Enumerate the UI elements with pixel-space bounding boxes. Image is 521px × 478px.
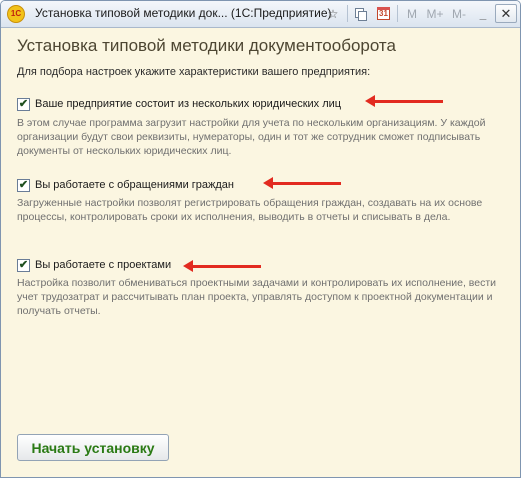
memory-minus-button[interactable]: M- [448,4,470,23]
minimize-button[interactable]: _ [473,4,493,23]
copy-icon[interactable] [351,4,371,23]
option-label[interactable]: Ваше предприятие состоит из нескольких ю… [35,98,341,110]
page-title: Установка типовой методики документообор… [17,36,396,55]
app-logo-icon[interactable]: 1С [7,5,25,23]
app-window: 1С Установка типовой методики док... (1С… [0,0,521,478]
form-content: Установка типовой методики документообор… [1,28,520,477]
copy-icon-glyph [355,8,367,21]
option-citizen-appeals[interactable]: ✔ Вы работаете с обращениями граждан [17,178,257,194]
calendar-icon[interactable]: 31 [373,4,393,23]
memory-m-button[interactable]: M [402,4,422,23]
red-arrow-icon [365,95,443,107]
title-bar[interactable]: 1С Установка типовой методики док... (1С… [1,1,520,28]
intro-text: Для подбора настроек укажите характерист… [17,66,371,78]
window-title: Установка типовой методики док... (1С:Пр… [35,6,332,20]
favorites-star-icon[interactable]: ☆ [323,4,343,23]
option-label[interactable]: Вы работаете с обращениями граждан [35,179,234,191]
option-label[interactable]: Вы работаете с проектами [35,259,171,271]
start-installation-button[interactable]: Начать установку [17,434,169,461]
checkbox-citizen-appeals[interactable]: ✔ [17,179,30,192]
toolbar-separator [347,5,348,22]
memory-plus-button[interactable]: M+ [423,4,447,23]
checkbox-multiple-legal-entities[interactable]: ✔ [17,98,30,111]
calendar-day: 31 [377,7,390,20]
option-description: В этом случае программа загрузит настрой… [17,117,486,157]
option-multiple-legal-entities[interactable]: ✔ Ваше предприятие состоит из нескольких… [17,97,357,113]
red-arrow-icon [263,177,341,189]
option-projects[interactable]: ✔ Вы работаете с проектами [17,258,187,274]
toolbar-separator [397,5,398,22]
close-button[interactable]: ✕ [495,4,517,23]
option-description: Настройка позволит обмениваться проектны… [17,277,497,317]
red-arrow-icon [183,260,261,272]
checkbox-projects[interactable]: ✔ [17,259,30,272]
option-description: Загруженные настройки позволят регистрир… [17,197,483,223]
